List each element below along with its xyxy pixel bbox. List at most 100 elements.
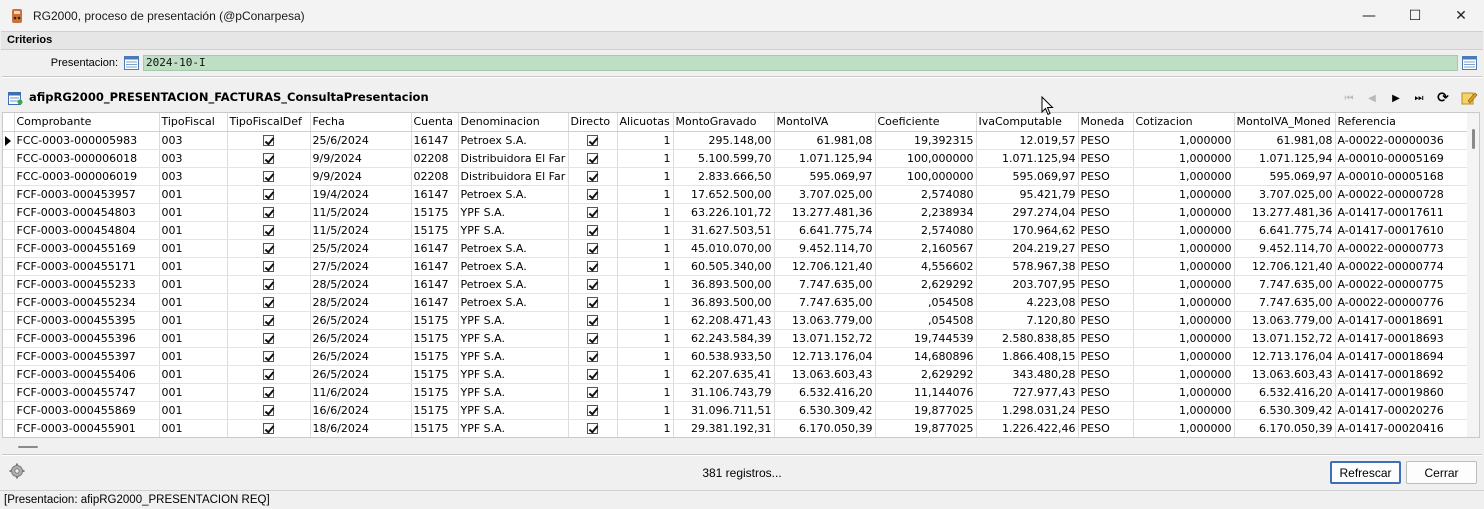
table-cell[interactable]: 61.981,08 — [774, 131, 876, 150]
table-cell[interactable]: 1 — [617, 383, 674, 402]
table-cell[interactable]: A-00022-00000775 — [1335, 275, 1469, 294]
table-cell[interactable]: 60.505.340,00 — [673, 257, 775, 276]
table-cell[interactable]: A-01417-00019860 — [1335, 383, 1469, 402]
checkbox-checked-icon[interactable] — [263, 225, 274, 236]
checkbox-cell[interactable] — [568, 203, 618, 222]
table-cell[interactable]: YPF S.A. — [458, 329, 569, 348]
table-cell[interactable]: 4,556602 — [875, 257, 977, 276]
table-cell[interactable]: 12.713.176,04 — [774, 347, 876, 366]
table-cell[interactable]: ,054508 — [875, 311, 977, 330]
table-cell[interactable]: 15175 — [411, 419, 459, 437]
table-cell[interactable]: 19,744539 — [875, 329, 977, 348]
table-cell[interactable]: 295.148,00 — [673, 131, 775, 150]
table-cell[interactable]: 003 — [159, 131, 228, 150]
table-cell[interactable]: FCF-0003-000455747 — [14, 383, 160, 402]
table-cell[interactable]: PESO — [1078, 203, 1134, 222]
table-row[interactable]: FCF-0003-000455901 001 18/6/2024 15175 YPF S… — [3, 419, 1469, 437]
table-cell[interactable]: 12.019,57 — [976, 131, 1079, 150]
table-cell[interactable]: 1.866.408,15 — [976, 347, 1079, 366]
table-cell[interactable]: 16/6/2024 — [310, 401, 412, 420]
table-cell[interactable]: 2,629292 — [875, 275, 977, 294]
column-header[interactable]: Cuenta — [411, 113, 459, 132]
table-cell[interactable]: PESO — [1078, 131, 1134, 150]
table-cell[interactable]: 1 — [617, 185, 674, 204]
table-cell[interactable]: 16147 — [411, 131, 459, 150]
table-cell[interactable]: 13.277.481,36 — [774, 203, 876, 222]
table-row[interactable]: FCC-0003-000006018 003 9/9/2024 02208 Distri… — [3, 149, 1469, 168]
table-cell[interactable]: 578.967,38 — [976, 257, 1079, 276]
column-header[interactable]: IvaComputable — [976, 113, 1079, 132]
table-cell[interactable]: 12.706.121,40 — [774, 257, 876, 276]
table-cell[interactable]: 7.747.635,00 — [1234, 293, 1336, 312]
table-cell[interactable]: 02208 — [411, 149, 459, 168]
column-header[interactable]: Cotizacion — [1133, 113, 1235, 132]
table-cell[interactable]: 003 — [159, 149, 228, 168]
table-cell[interactable]: 100,000000 — [875, 167, 977, 186]
table-cell[interactable]: PESO — [1078, 329, 1134, 348]
table-cell[interactable]: 14,680896 — [875, 347, 977, 366]
table-cell[interactable]: 1 — [617, 149, 674, 168]
table-cell[interactable]: 19,877025 — [875, 419, 977, 437]
table-row[interactable]: FCF-0003-000453957 001 19/4/2024 16147 Petro… — [3, 185, 1469, 204]
checkbox-checked-icon[interactable] — [587, 135, 598, 146]
maximize-button[interactable]: ☐ — [1392, 0, 1438, 31]
table-cell[interactable]: 343.480,28 — [976, 365, 1079, 384]
checkbox-cell[interactable] — [227, 149, 311, 168]
table-cell[interactable]: 1 — [617, 365, 674, 384]
table-cell[interactable]: 001 — [159, 221, 228, 240]
table-cell[interactable]: 31.106.743,79 — [673, 383, 775, 402]
table-cell[interactable]: 1 — [617, 167, 674, 186]
checkbox-checked-icon[interactable] — [587, 351, 598, 362]
checkbox-checked-icon[interactable] — [263, 261, 274, 272]
checkbox-checked-icon[interactable] — [587, 243, 598, 254]
table-row[interactable]: FCF-0003-000455747 001 11/6/2024 15175 YPF S… — [3, 383, 1469, 402]
table-cell[interactable]: 29.381.192,31 — [673, 419, 775, 437]
checkbox-checked-icon[interactable] — [263, 351, 274, 362]
table-cell[interactable]: 100,000000 — [875, 149, 977, 168]
presentacion-input[interactable]: 2024-10-I — [143, 55, 1458, 71]
table-cell[interactable]: 595.069,97 — [976, 167, 1079, 186]
table-cell[interactable]: 13.071.152,72 — [1234, 329, 1336, 348]
table-cell[interactable]: YPF S.A. — [458, 221, 569, 240]
table-cell[interactable]: 60.538.933,50 — [673, 347, 775, 366]
checkbox-checked-icon[interactable] — [263, 297, 274, 308]
vertical-scroll-thumb[interactable] — [1472, 129, 1475, 149]
table-cell[interactable]: Distribuidora El Far — [458, 167, 569, 186]
checkbox-cell[interactable] — [568, 239, 618, 258]
table-cell[interactable]: 2,574080 — [875, 221, 977, 240]
checkbox-cell[interactable] — [568, 293, 618, 312]
table-cell[interactable]: Distribuidora El Far — [458, 149, 569, 168]
table-cell[interactable]: A-00010-00005169 — [1335, 149, 1469, 168]
table-cell[interactable]: 61.981,08 — [1234, 131, 1336, 150]
table-cell[interactable]: FCF-0003-000455869 — [14, 401, 160, 420]
table-cell[interactable]: 6.532.416,20 — [1234, 383, 1336, 402]
table-row[interactable]: FCF-0003-000455406 001 26/5/2024 15175 YPF S… — [3, 365, 1469, 384]
table-cell[interactable]: FCF-0003-000455406 — [14, 365, 160, 384]
table-row[interactable]: FCC-0003-000006019 003 9/9/2024 02208 Distri… — [3, 167, 1469, 186]
table-cell[interactable]: 6.530.309,42 — [774, 401, 876, 420]
table-cell[interactable]: 95.421,79 — [976, 185, 1079, 204]
table-cell[interactable]: 2,238934 — [875, 203, 977, 222]
checkbox-cell[interactable] — [568, 401, 618, 420]
table-row[interactable]: FCF-0003-000455869 001 16/6/2024 15175 YPF S… — [3, 401, 1469, 420]
table-cell[interactable]: YPF S.A. — [458, 401, 569, 420]
checkbox-cell[interactable] — [227, 257, 311, 276]
table-cell[interactable]: PESO — [1078, 401, 1134, 420]
table-cell[interactable]: 31.096.711,51 — [673, 401, 775, 420]
table-cell[interactable]: A-00022-00000773 — [1335, 239, 1469, 258]
checkbox-cell[interactable] — [227, 221, 311, 240]
table-cell[interactable]: 26/5/2024 — [310, 347, 412, 366]
horizontal-scroll-thumb[interactable] — [18, 446, 38, 448]
table-cell[interactable]: PESO — [1078, 365, 1134, 384]
close-window-button[interactable]: ✕ — [1438, 0, 1484, 31]
table-cell[interactable]: 19,392315 — [875, 131, 977, 150]
checkbox-cell[interactable] — [227, 383, 311, 402]
checkbox-checked-icon[interactable] — [587, 261, 598, 272]
table-cell[interactable]: 15175 — [411, 401, 459, 420]
column-header[interactable]: Comprobante — [14, 113, 160, 132]
table-cell[interactable]: FCF-0003-000455901 — [14, 419, 160, 437]
table-cell[interactable]: ,054508 — [875, 293, 977, 312]
column-header[interactable]: TipoFiscal — [159, 113, 228, 132]
table-cell[interactable]: PESO — [1078, 185, 1134, 204]
table-cell[interactable]: 001 — [159, 275, 228, 294]
